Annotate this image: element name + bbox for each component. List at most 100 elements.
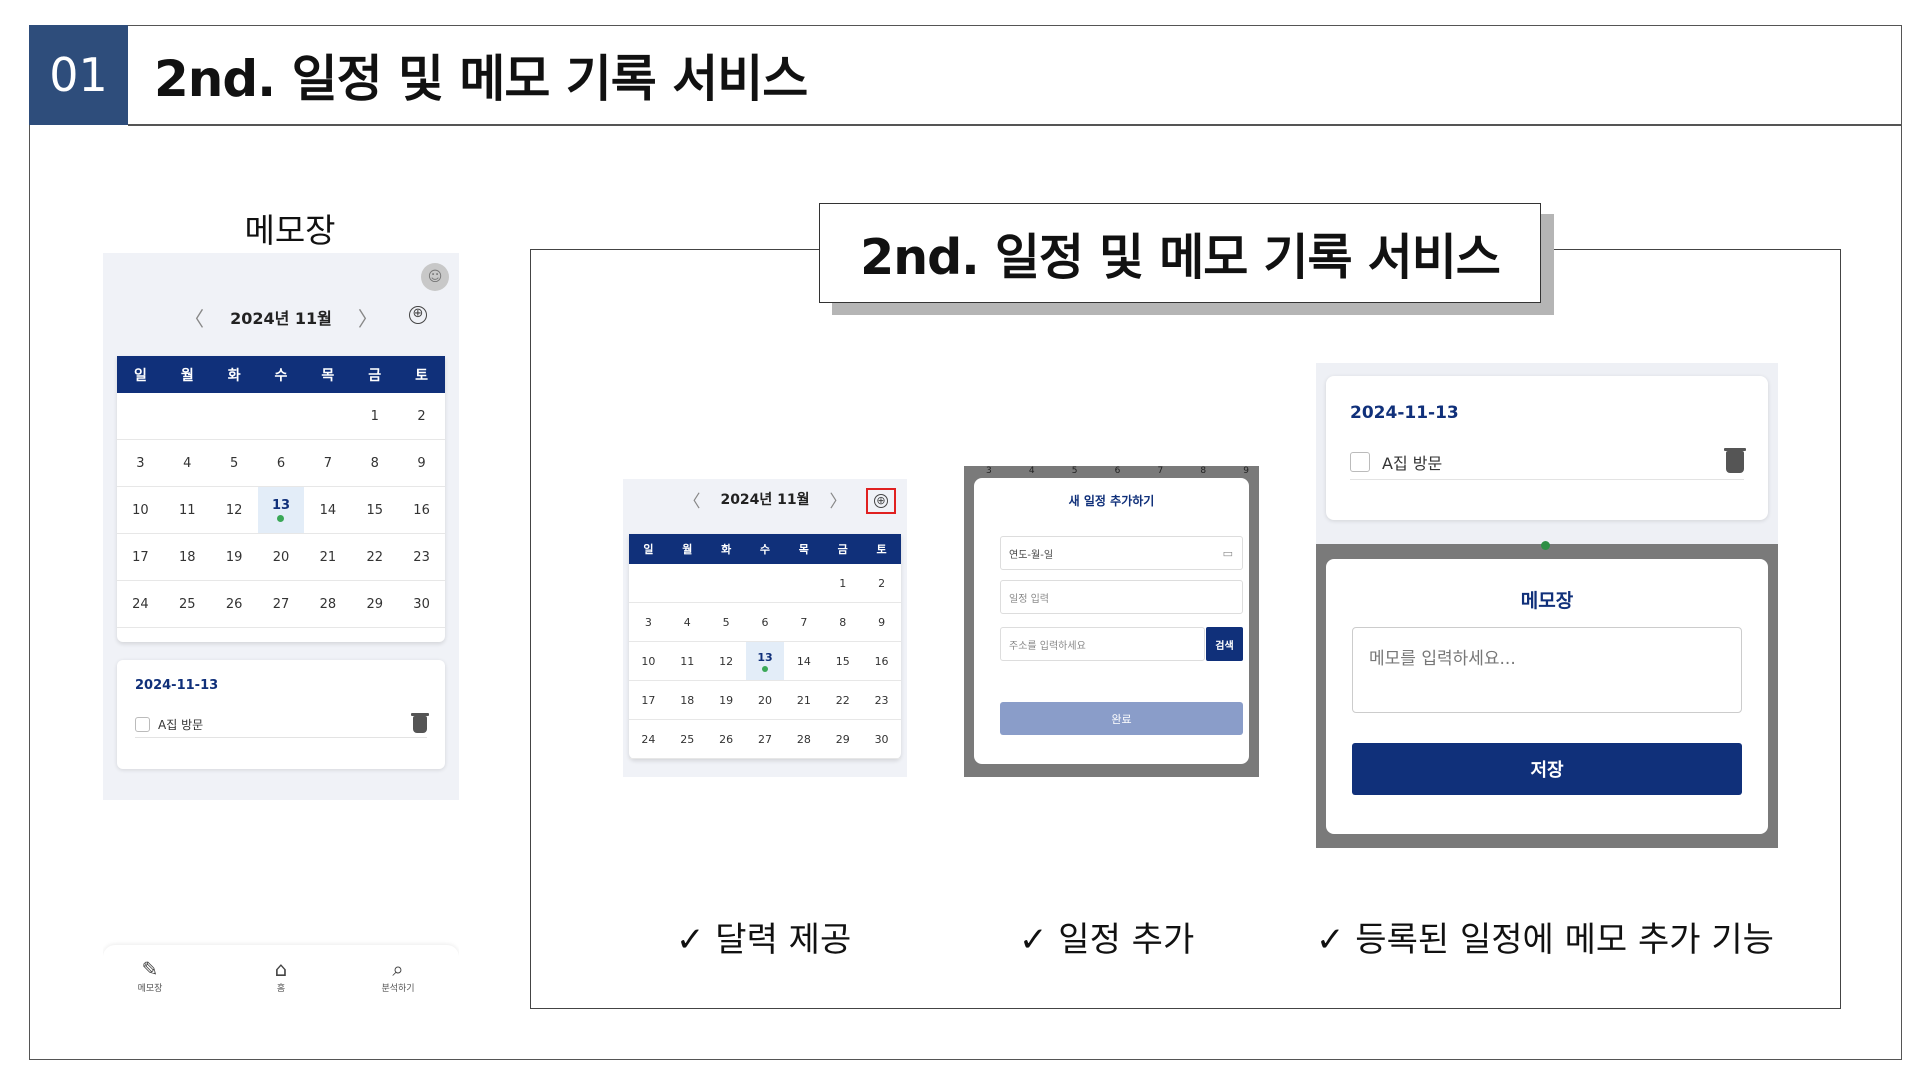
- calendar-day[interactable]: 12: [706, 642, 746, 681]
- calendar-day[interactable]: 18: [667, 681, 707, 720]
- prev-month-icon[interactable]: 〈: [184, 303, 204, 332]
- calendar-day[interactable]: 9: [862, 603, 901, 642]
- memo-checkbox[interactable]: [1350, 451, 1370, 472]
- calendar-day[interactable]: 4: [667, 603, 707, 642]
- calendar-day[interactable]: 8: [351, 440, 399, 487]
- calendar-day[interactable]: 12: [210, 487, 258, 534]
- calendar-day[interactable]: 21: [304, 534, 352, 581]
- calendar-day-number: 19: [225, 549, 243, 565]
- calendar-day[interactable]: 15: [823, 642, 863, 681]
- calendar-day[interactable]: 18: [163, 534, 211, 581]
- done-button[interactable]: 완료: [1000, 702, 1243, 735]
- calendar-day[interactable]: 26: [210, 581, 258, 628]
- calendar-day-number: 7: [323, 455, 332, 471]
- calendar-day[interactable]: 25: [667, 720, 707, 759]
- calendar-day[interactable]: 14: [784, 642, 824, 681]
- calendar-day[interactable]: 20: [257, 534, 305, 581]
- calendar-day-number: 7: [800, 615, 808, 629]
- trash-icon[interactable]: [1724, 447, 1746, 473]
- calendar-day[interactable]: 30: [398, 581, 445, 628]
- calendar-day-number: 19: [719, 693, 734, 707]
- calendar-day[interactable]: 10: [117, 487, 164, 534]
- trash-icon[interactable]: [411, 713, 429, 733]
- next-month-icon[interactable]: 〉: [358, 303, 378, 332]
- nav-item-memo[interactable]: ✎ 메모장: [115, 957, 185, 994]
- calendar-day-number: 27: [757, 732, 772, 746]
- add-schedule-icon[interactable]: ⊕: [874, 494, 888, 508]
- calendar-day[interactable]: 7: [784, 603, 824, 642]
- calendar-day[interactable]: 29: [823, 720, 863, 759]
- calendar-day[interactable]: 4: [163, 440, 211, 487]
- memo-textarea[interactable]: 메모를 입력하세요...: [1352, 627, 1742, 713]
- calendar-day[interactable]: 20: [745, 681, 785, 720]
- calendar-day[interactable]: 16: [398, 487, 445, 534]
- weekday-label: 토: [876, 543, 887, 556]
- profile-avatar-icon[interactable]: ☺: [421, 263, 449, 291]
- nav-item-home[interactable]: ⌂ 홈: [246, 957, 316, 994]
- address-input[interactable]: 주소를 입력하세요: [1000, 627, 1205, 661]
- calendar-day[interactable]: 6: [257, 440, 305, 487]
- next-month-icon[interactable]: 〉: [830, 487, 847, 512]
- calendar-day[interactable]: 19: [210, 534, 258, 581]
- calendar-day[interactable]: 29: [351, 581, 399, 628]
- calendar-day[interactable]: 9: [398, 440, 445, 487]
- date-field[interactable]: 연도-월-일 ▭: [1000, 536, 1243, 570]
- schedule-input[interactable]: 일정 입력: [1000, 580, 1243, 614]
- calendar-day[interactable]: 25: [163, 581, 211, 628]
- calendar-day[interactable]: 19: [706, 681, 746, 720]
- calendar-day[interactable]: 2: [398, 393, 445, 440]
- event-dot: [277, 515, 285, 522]
- calendar-day[interactable]: 13: [745, 642, 785, 681]
- calendar-day[interactable]: 27: [257, 581, 305, 628]
- calendar-day[interactable]: 23: [862, 681, 901, 720]
- calendar-day[interactable]: 2: [862, 564, 901, 603]
- calendar-day[interactable]: 28: [784, 720, 824, 759]
- calendar-day[interactable]: 16: [862, 642, 901, 681]
- calendar-day-number: 3: [136, 455, 145, 471]
- calendar-day[interactable]: 6: [745, 603, 785, 642]
- weekday-label: 일: [643, 543, 654, 556]
- search-button[interactable]: 검색: [1206, 627, 1243, 661]
- calendar-day[interactable]: 11: [163, 487, 211, 534]
- weekday-label: 수: [274, 367, 288, 384]
- calendar-day[interactable]: 1: [823, 564, 863, 603]
- calendar-day[interactable]: 10: [629, 642, 668, 681]
- weekday-label: 목: [321, 367, 335, 384]
- save-button[interactable]: 저장: [1352, 743, 1742, 795]
- calendar-day[interactable]: 21: [784, 681, 824, 720]
- calendar-day[interactable]: 24: [117, 581, 164, 628]
- calendar-day[interactable]: 22: [351, 534, 399, 581]
- add-schedule-icon[interactable]: ⊕: [409, 306, 427, 324]
- calendar-day[interactable]: 15: [351, 487, 399, 534]
- calendar-icon[interactable]: ▭: [1223, 547, 1233, 560]
- memo-checkbox[interactable]: [135, 717, 150, 732]
- memo-icon: ✎: [141, 957, 159, 981]
- calendar-day-number: 27: [272, 596, 290, 612]
- calendar-day[interactable]: 7: [304, 440, 352, 487]
- calendar-day[interactable]: 26: [706, 720, 746, 759]
- calendar-day-number: 1: [839, 576, 847, 590]
- calendar-day[interactable]: 5: [706, 603, 746, 642]
- prev-month-icon[interactable]: 〈: [683, 487, 700, 512]
- calendar-day[interactable]: 13: [257, 487, 305, 534]
- calendar-day[interactable]: 17: [629, 681, 668, 720]
- calendar-day[interactable]: 11: [667, 642, 707, 681]
- calendar-day[interactable]: 23: [398, 534, 445, 581]
- calendar-day[interactable]: 3: [629, 603, 668, 642]
- weekday-label: 토: [415, 367, 429, 384]
- calendar-day[interactable]: 24: [629, 720, 668, 759]
- calendar-day[interactable]: 17: [117, 534, 164, 581]
- calendar-day[interactable]: 8: [823, 603, 863, 642]
- calendar-day[interactable]: 22: [823, 681, 863, 720]
- calendar-day-number: 16: [413, 502, 430, 518]
- calendar-day[interactable]: 28: [304, 581, 352, 628]
- calendar-day[interactable]: 3: [117, 440, 164, 487]
- calendar-day[interactable]: 30: [862, 720, 901, 759]
- calendar-day[interactable]: 5: [210, 440, 258, 487]
- nav-item-analyze[interactable]: ⌕ 분석하기: [363, 957, 433, 994]
- calendar-day[interactable]: 1: [351, 393, 399, 440]
- calendar-day[interactable]: 14: [304, 487, 352, 534]
- calendar-day[interactable]: 27: [745, 720, 785, 759]
- slide-header: 01 2nd. 일정 및 메모 기록 서비스: [29, 25, 1902, 126]
- calendar-day-number: 20: [757, 693, 772, 707]
